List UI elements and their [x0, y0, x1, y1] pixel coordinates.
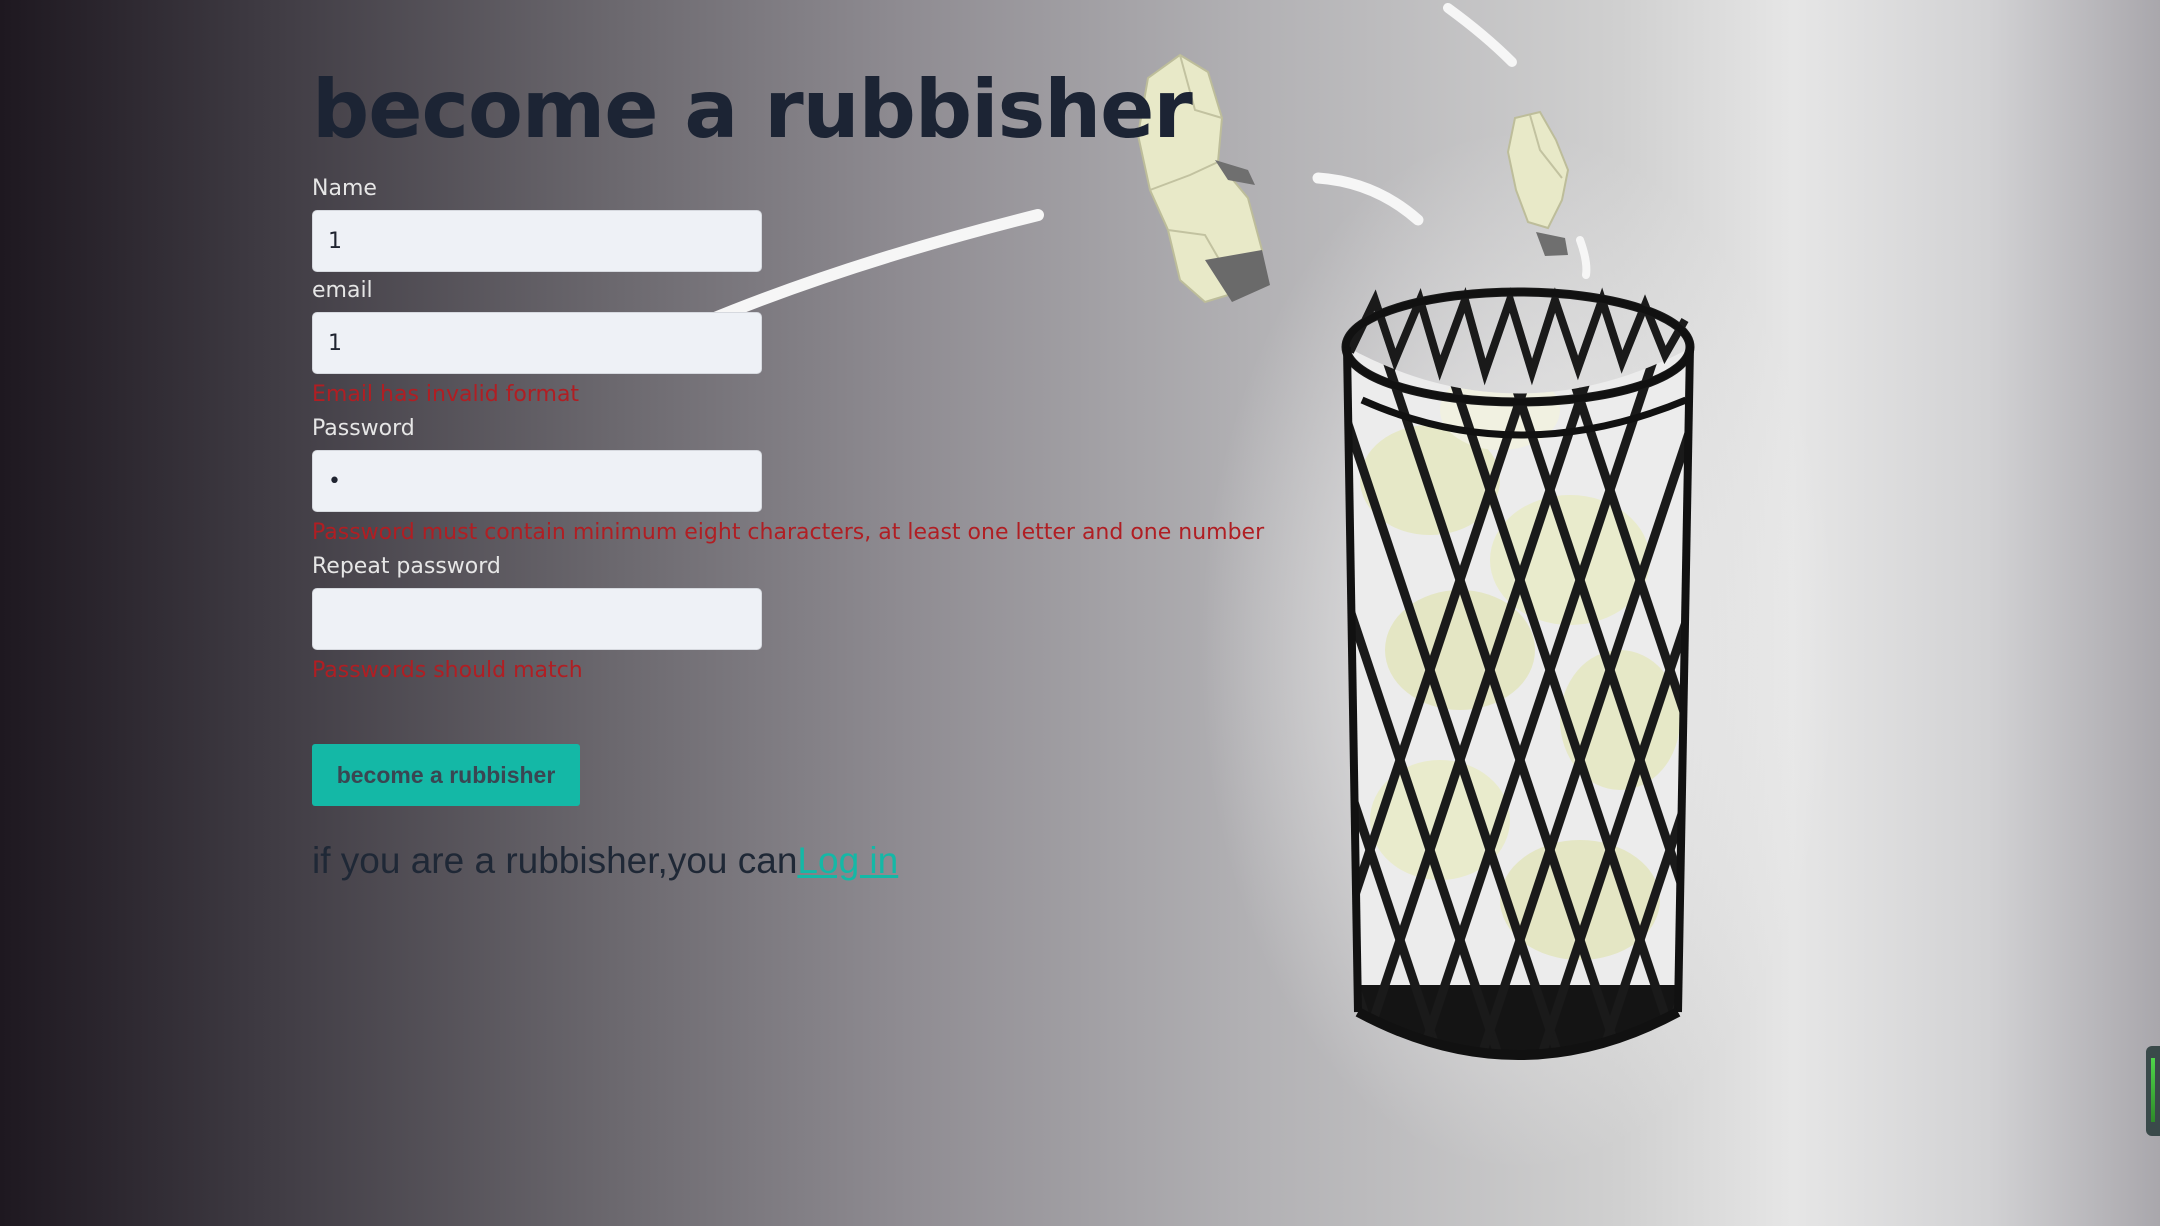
password-error: Password must contain minimum eight char…	[312, 520, 1265, 545]
page-title: become a rubbisher	[312, 63, 1193, 156]
repeat-password-label: Repeat password	[312, 554, 501, 579]
signup-form: become a rubbisher Name email Email has …	[312, 58, 1265, 882]
login-prompt-text: if you are a rubbisher,you can	[312, 840, 798, 881]
email-error: Email has invalid format	[312, 382, 580, 407]
repeat-password-error: Passwords should match	[312, 658, 583, 683]
side-panel-handle[interactable]	[2146, 1046, 2160, 1136]
password-label: Password	[312, 416, 415, 441]
name-field[interactable]	[312, 210, 762, 272]
basket-contents	[1347, 347, 1692, 1051]
login-prompt: if you are a rubbisher,you canLog in	[312, 840, 1212, 882]
login-link[interactable]: Log in	[797, 840, 898, 881]
password-field[interactable]	[312, 450, 762, 512]
name-label: Name	[312, 176, 377, 201]
repeat-password-field[interactable]	[312, 588, 762, 650]
email-field[interactable]	[312, 312, 762, 374]
email-label: email	[312, 278, 373, 303]
submit-button[interactable]: become a rubbisher	[312, 744, 580, 806]
